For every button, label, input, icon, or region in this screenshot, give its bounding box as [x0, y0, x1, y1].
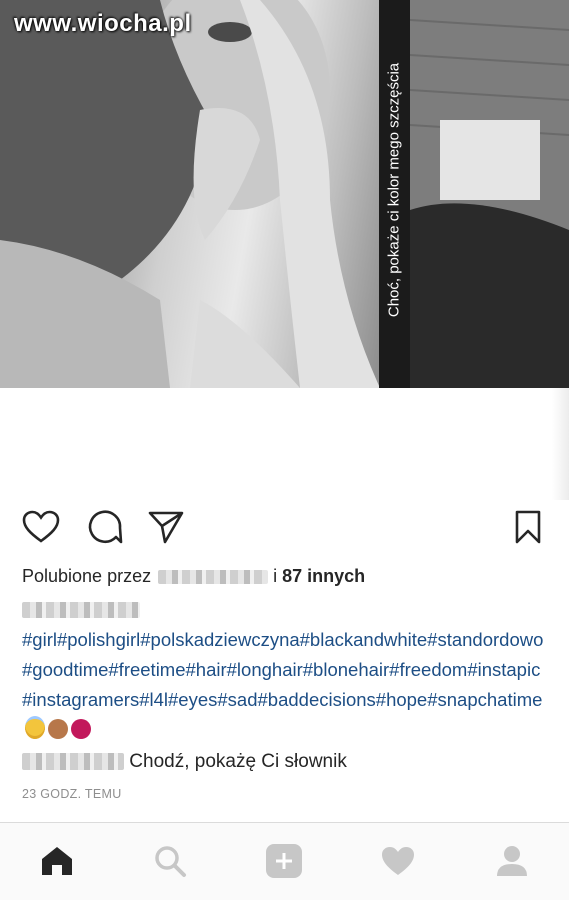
add-icon: [266, 844, 302, 878]
photo-illustration: [0, 0, 569, 388]
heart-icon: [382, 847, 414, 875]
tab-search[interactable]: [150, 843, 190, 879]
tab-activity[interactable]: [378, 843, 418, 879]
photo-padding: [0, 388, 569, 500]
watermark: www.wiocha.pl: [14, 10, 192, 37]
comment-row: Chodź, pokażę Ci słownik: [22, 751, 347, 773]
hashtag-text[interactable]: #girl#polishgirl#polskadziewczyna#blacka…: [22, 629, 543, 710]
comment-icon: [88, 510, 123, 544]
blurred-username: [158, 570, 269, 585]
heart-icon: [22, 510, 60, 543]
likes-count[interactable]: 87 innych: [282, 566, 365, 586]
post-timestamp: 23 GODZ. TEMU: [22, 787, 122, 801]
likes-prefix: Polubione przez: [22, 566, 152, 586]
tab-add[interactable]: [264, 843, 304, 879]
likes-and: i: [273, 566, 278, 586]
blurred-commenter[interactable]: [22, 753, 124, 771]
photo-edge: [552, 388, 569, 500]
likes-line: Polubione przez i 87 innych: [22, 566, 365, 587]
home-icon: [42, 847, 72, 875]
tongue-emoji: [71, 719, 91, 739]
like-button[interactable]: [21, 507, 61, 547]
tab-home[interactable]: [37, 843, 77, 879]
action-bar: [0, 507, 569, 551]
bookmark-icon: [515, 510, 541, 544]
send-icon: [148, 511, 184, 544]
comment-button[interactable]: [85, 507, 125, 547]
see-no-evil-monkey-emoji: [48, 719, 68, 739]
post-hashtags[interactable]: #girl#polishgirl#polskadziewczyna#blacka…: [22, 625, 550, 745]
snap-caption: Choć, pokaże ci kolor mego szczęścia: [385, 62, 403, 318]
post-photo[interactable]: www.wiocha.pl Choć, pokaże ci kolor mego…: [0, 0, 569, 388]
halo-smile-emoji: [25, 716, 45, 739]
bottom-tab-bar: [0, 823, 569, 900]
profile-icon: [497, 846, 527, 876]
save-button[interactable]: [508, 507, 548, 547]
blurred-author-name[interactable]: [22, 602, 140, 618]
share-button[interactable]: [146, 507, 186, 547]
search-icon: [155, 846, 186, 877]
comment-text: Chodź, pokażę Ci słownik: [129, 751, 347, 772]
tab-profile[interactable]: [492, 843, 532, 879]
